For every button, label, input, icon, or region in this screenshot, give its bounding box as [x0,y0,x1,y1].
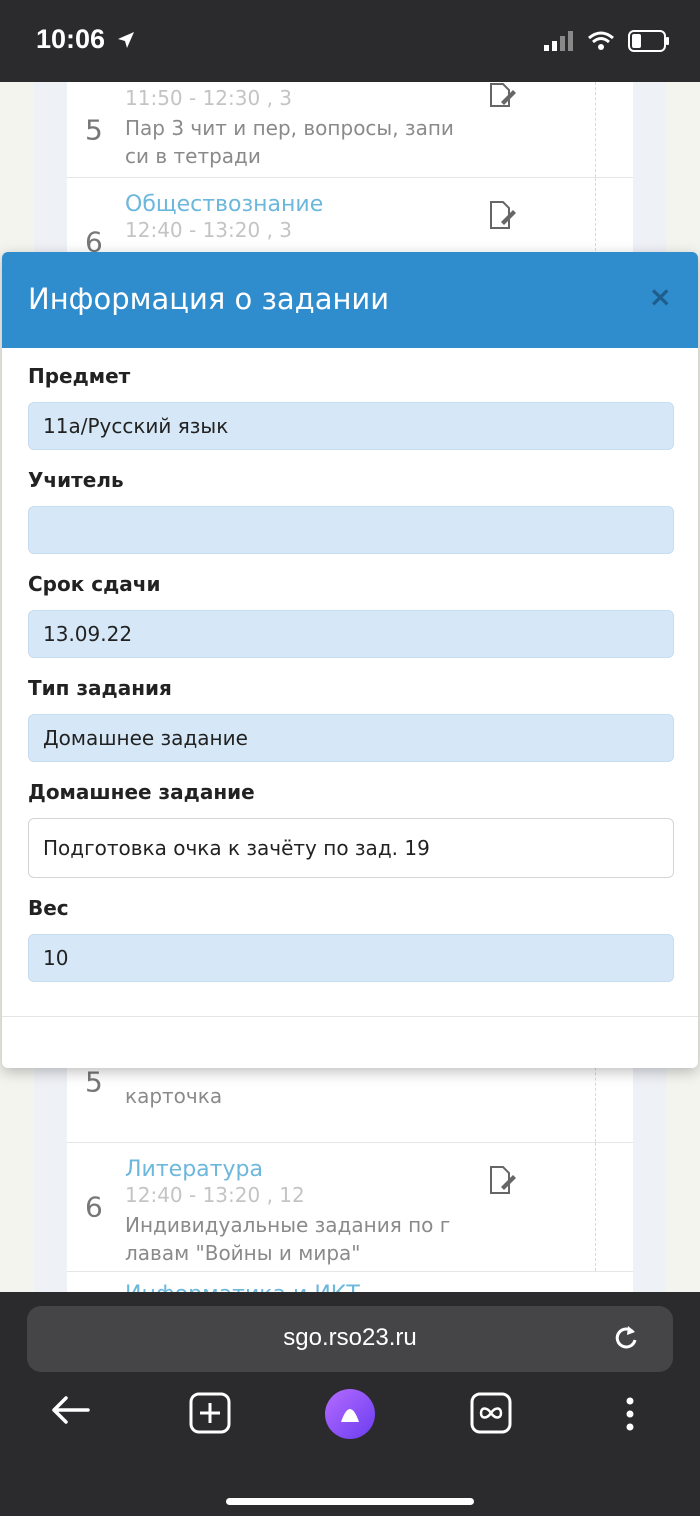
modal-header: Информация о задании × [2,252,698,348]
status-icons [544,30,670,52]
modal-body: Предмет 11а/Русский язык Учитель Срок сд… [28,364,674,1000]
weight-label: Вес [28,896,69,920]
back-arrow-icon[interactable] [50,1390,90,1430]
new-tab-icon[interactable] [189,1392,231,1434]
column-divider [595,82,596,177]
browser-toolbar: sgo.rso23.ru [0,1292,700,1516]
task-type-field: Домашнее задание [28,714,674,762]
more-menu-icon[interactable] [624,1396,636,1432]
location-arrow-icon [118,32,134,48]
task-info-modal: Информация о задании × Предмет 11а/Русск… [2,252,698,1068]
teacher-label: Учитель [28,468,124,492]
battery-icon [628,30,669,52]
signal-icon [544,31,573,51]
column-divider [595,1143,596,1271]
wifi-icon [588,31,614,50]
status-time: 10:06 [36,24,106,54]
lesson-number: 6 [85,1190,103,1224]
lesson-number: 5 [85,113,103,146]
edit-icon[interactable] [487,82,517,108]
address-bar[interactable]: sgo.rso23.ru [27,1306,673,1372]
task-type-label: Тип задания [28,676,172,700]
lesson-time: 12:40 - 13:20 , 12 [125,1183,305,1207]
subject-label: Предмет [28,364,131,388]
status-bar: 10:06 [0,0,700,82]
list-item[interactable]: 6 Литература 12:40 - 13:20 , 12 Индивиду… [67,1143,633,1272]
url-text[interactable]: sgo.rso23.ru [27,1324,673,1352]
alice-assistant-icon[interactable] [324,1388,376,1440]
reload-icon[interactable] [613,1324,639,1352]
lesson-number: 5 [85,1065,103,1099]
modal-footer-divider [2,1016,698,1017]
due-date-label: Срок сдачи [28,572,161,596]
home-indicator [226,1498,474,1505]
homework-label: Домашнее задание [28,780,255,804]
lesson-time: 12:40 - 13:20 , 3 [125,218,293,242]
subject-field: 11а/Русский язык [28,402,674,450]
lesson-time: 11:50 - 12:30 , 3 [125,86,293,110]
edit-icon[interactable] [487,200,517,230]
weight-field: 10 [28,934,674,982]
lesson-subject-link[interactable]: Литература [125,1157,263,1182]
due-date-field: 13.09.22 [28,610,674,658]
lesson-subject-link[interactable]: Обществознание [125,192,323,217]
close-icon[interactable]: × [649,280,672,313]
lesson-homework: Пар 3 чит и пер, вопросы, запи си в тетр… [125,116,454,168]
edit-icon[interactable] [487,1165,517,1195]
modal-title: Информация о задании [28,282,390,316]
lesson-list-bottom: 5 карточка 6 Литература 12:40 - 13:20 , … [67,1052,633,1313]
homework-field: Подготовка очка к зачёту по зад. 19 [28,818,674,878]
teacher-field [28,506,674,554]
list-item[interactable]: 5 11:50 - 12:30 , 3 Пар 3 чит и пер, воп… [67,82,633,178]
tabs-icon[interactable] [470,1392,512,1434]
lesson-homework: Индивидуальные задания по г лавам "Войны… [125,1213,451,1265]
lesson-homework: карточка [125,1084,223,1108]
